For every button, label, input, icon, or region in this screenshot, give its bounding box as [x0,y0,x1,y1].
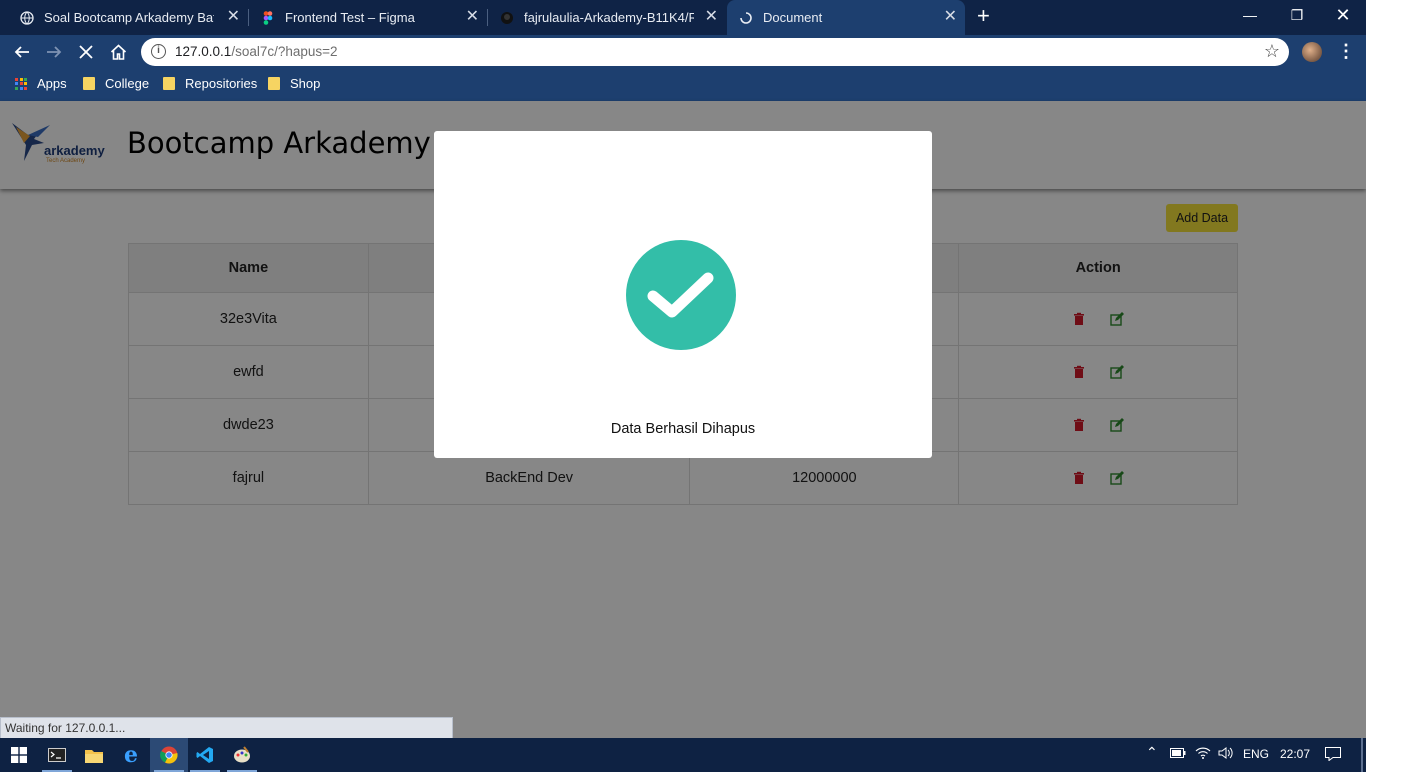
start-button[interactable] [0,738,38,772]
modal-message: Data Berhasil Dihapus [610,421,756,437]
bookmark-repositories[interactable]: Repositories [163,76,257,91]
profile-avatar[interactable] [1302,42,1322,62]
address-bar[interactable]: i 127.0.0.1/soal7c/?hapus=2 ☆ [141,38,1289,66]
show-desktop-button[interactable] [1361,738,1363,772]
url-host: 127.0.0.1 [175,44,232,59]
chrome-icon [160,746,178,764]
taskbar-chrome[interactable] [150,738,188,772]
bookmark-shop[interactable]: Shop [268,76,320,91]
restore-icon[interactable]: ❐ [1274,0,1320,30]
url-text: 127.0.0.1/soal7c/?hapus=2 [175,44,338,59]
battery-icon[interactable] [1170,747,1186,761]
apps-grid-icon [15,77,27,90]
close-tab-icon[interactable]: ✕ [705,9,718,25]
taskbar-vscode[interactable] [186,738,224,772]
back-arrow-icon[interactable] [10,40,34,64]
success-check-icon [626,240,736,350]
folder-icon [268,77,280,90]
menu-kebab-icon[interactable]: ⋮ [1337,41,1355,62]
close-window-icon[interactable]: ✕ [1320,0,1366,30]
browser-status-bubble: Waiting for 127.0.0.1... [0,717,453,738]
new-tab-button[interactable]: + [977,4,990,28]
notifications-icon[interactable] [1325,747,1341,764]
volume-icon[interactable] [1218,747,1234,762]
stop-loading-icon[interactable] [74,40,98,64]
taskbar-cmd[interactable] [38,738,76,772]
github-icon [501,11,513,24]
bookmark-label: College [105,76,150,91]
tab-title: fajrulaulia-Arkademy-B11K4/REA [524,10,694,25]
screen-edge [1366,0,1402,772]
info-icon[interactable]: i [151,44,166,59]
folder-icon [163,77,175,90]
tab-title: Frontend Test – Figma [285,10,415,25]
url-path: /soal7c/?hapus=2 [231,44,338,59]
close-tab-icon[interactable]: ✕ [944,9,957,25]
taskbar-paint[interactable] [223,738,261,772]
terminal-icon [48,748,66,762]
bookmark-college[interactable]: College [83,76,149,91]
globe-icon [20,10,34,25]
forward-arrow-icon[interactable] [42,40,66,64]
screen: Soal Bootcamp Arkademy Batch ✕ Frontend … [0,0,1366,772]
taskbar-edge[interactable]: e [112,738,150,772]
close-tab-icon[interactable]: ✕ [227,9,240,25]
language-indicator[interactable]: ENG [1243,747,1269,761]
tab-title: Soal Bootcamp Arkademy Batch [44,10,214,25]
windows-taskbar: e ⌃ ENG 22:07 [0,738,1366,772]
windows-logo-icon [11,747,27,763]
tab-soal[interactable]: Soal Bootcamp Arkademy Batch ✕ [0,0,248,35]
figma-icon [263,10,273,25]
minimize-icon[interactable]: — [1227,0,1273,30]
home-icon[interactable] [106,40,130,64]
folder-icon [85,749,103,763]
tray-chevron-icon[interactable]: ⌃ [1146,744,1158,761]
tab-github[interactable]: fajrulaulia-Arkademy-B11K4/REA ✕ [488,0,726,35]
bookmark-label: Repositories [185,76,258,91]
wifi-icon[interactable] [1195,747,1211,762]
folder-icon [83,77,95,90]
bookmark-label: Apps [37,76,67,91]
bookmark-star-icon[interactable]: ☆ [1264,41,1280,62]
web-page: arkademy Tech Academy Bootcamp Arkademy … [0,101,1366,738]
bookmark-apps[interactable]: Apps [15,76,67,91]
browser-toolbar: i 127.0.0.1/soal7c/?hapus=2 ☆ ⋮ [0,35,1366,69]
tab-figma[interactable]: Frontend Test – Figma ✕ [249,0,487,35]
taskbar-file-explorer[interactable] [75,738,113,772]
loading-spinner-icon [740,11,752,24]
close-tab-icon[interactable]: ✕ [466,9,479,25]
success-modal: Data Berhasil Dihapus [434,131,932,458]
edge-icon: e [124,742,138,768]
bookmark-label: Shop [290,76,321,91]
tab-document[interactable]: Document ✕ [727,0,965,35]
clock[interactable]: 22:07 [1280,747,1310,761]
paint-palette-icon [234,746,250,763]
tab-title: Document [763,10,823,25]
tab-strip: Soal Bootcamp Arkademy Batch ✕ Frontend … [0,0,1366,35]
bookmarks-bar: Apps College Repositories Shop [0,69,1366,101]
vscode-icon [196,747,213,763]
